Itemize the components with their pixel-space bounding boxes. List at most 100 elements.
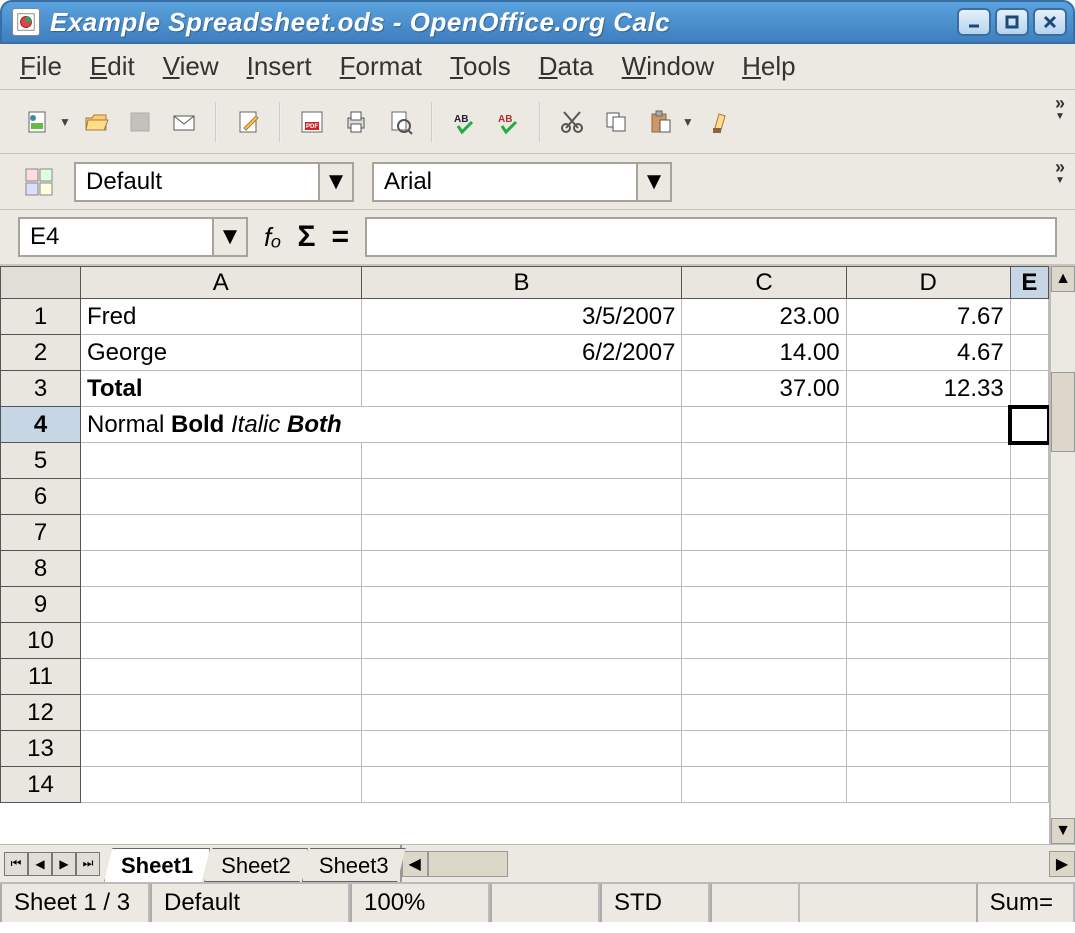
last-sheet-button[interactable]: ⏭ <box>76 852 100 876</box>
new-doc-button[interactable] <box>18 103 56 141</box>
cell-C12[interactable] <box>682 695 846 731</box>
cell-E14[interactable] <box>1010 767 1048 803</box>
vertical-scrollbar[interactable]: ▲ ▼ <box>1049 266 1075 844</box>
print-preview-button[interactable] <box>381 103 419 141</box>
cell-C11[interactable] <box>682 659 846 695</box>
cell-D6[interactable] <box>846 479 1010 515</box>
cell-E12[interactable] <box>1010 695 1048 731</box>
scroll-right-button[interactable]: ▶ <box>1049 851 1075 877</box>
cell-A4[interactable]: Normal Bold Italic Both <box>81 407 682 443</box>
next-sheet-button[interactable]: ▶ <box>52 852 76 876</box>
cell-E5[interactable] <box>1010 443 1048 479</box>
cell-C6[interactable] <box>682 479 846 515</box>
chevron-down-icon[interactable]: ▼ <box>212 219 246 255</box>
row-header-3[interactable]: 3 <box>1 371 81 407</box>
cell-E1[interactable] <box>1010 299 1048 335</box>
cell-E9[interactable] <box>1010 587 1048 623</box>
row-header-12[interactable]: 12 <box>1 695 81 731</box>
print-button[interactable] <box>337 103 375 141</box>
export-pdf-button[interactable]: PDF <box>293 103 331 141</box>
cell-E11[interactable] <box>1010 659 1048 695</box>
cell-A10[interactable] <box>81 623 362 659</box>
cell-D9[interactable] <box>846 587 1010 623</box>
edit-doc-button[interactable] <box>229 103 267 141</box>
cell-A5[interactable] <box>81 443 362 479</box>
row-header-9[interactable]: 9 <box>1 587 81 623</box>
cell-B9[interactable] <box>361 587 682 623</box>
cell-D1[interactable]: 7.67 <box>846 299 1010 335</box>
cell-D14[interactable] <box>846 767 1010 803</box>
cell-E6[interactable] <box>1010 479 1048 515</box>
cell-A6[interactable] <box>81 479 362 515</box>
cell-B11[interactable] <box>361 659 682 695</box>
maximize-button[interactable] <box>995 8 1029 36</box>
column-header-B[interactable]: B <box>361 267 682 299</box>
cell-C10[interactable] <box>682 623 846 659</box>
toolbar-overflow-button[interactable]: »▼ <box>1055 96 1065 124</box>
cell-E7[interactable] <box>1010 515 1048 551</box>
format-toolbar-overflow-button[interactable]: »▼ <box>1055 160 1065 188</box>
cell-C7[interactable] <box>682 515 846 551</box>
row-header-6[interactable]: 6 <box>1 479 81 515</box>
cell-C5[interactable] <box>682 443 846 479</box>
paste-dropdown[interactable]: ▼ <box>682 115 694 129</box>
formula-input[interactable] <box>365 217 1057 257</box>
cell-E13[interactable] <box>1010 731 1048 767</box>
cell-B6[interactable] <box>361 479 682 515</box>
cell-D4[interactable] <box>846 407 1010 443</box>
cell-B7[interactable] <box>361 515 682 551</box>
cell-C1[interactable]: 23.00 <box>682 299 846 335</box>
cell-D3[interactable]: 12.33 <box>846 371 1010 407</box>
cell-C2[interactable]: 14.00 <box>682 335 846 371</box>
sheet-tab-sheet3[interactable]: Sheet3 <box>302 848 406 882</box>
menu-format[interactable]: Format <box>340 51 422 82</box>
cell-D8[interactable] <box>846 551 1010 587</box>
function-equals-button[interactable]: = <box>332 220 350 254</box>
row-header-4[interactable]: 4 <box>1 407 81 443</box>
cell-D2[interactable]: 4.67 <box>846 335 1010 371</box>
cell-D10[interactable] <box>846 623 1010 659</box>
cell-A9[interactable] <box>81 587 362 623</box>
menu-insert[interactable]: Insert <box>247 51 312 82</box>
row-header-11[interactable]: 11 <box>1 659 81 695</box>
menu-help[interactable]: Help <box>742 51 795 82</box>
scroll-thumb[interactable] <box>428 851 508 877</box>
cell-E2[interactable] <box>1010 335 1048 371</box>
row-header-10[interactable]: 10 <box>1 623 81 659</box>
cell-A11[interactable] <box>81 659 362 695</box>
cell-D5[interactable] <box>846 443 1010 479</box>
horizontal-scrollbar[interactable]: ◀ ▶ <box>400 845 1075 882</box>
email-button[interactable] <box>165 103 203 141</box>
first-sheet-button[interactable]: ⏮ <box>4 852 28 876</box>
row-header-14[interactable]: 14 <box>1 767 81 803</box>
cell-B10[interactable] <box>361 623 682 659</box>
select-all-corner[interactable] <box>1 267 81 299</box>
row-header-5[interactable]: 5 <box>1 443 81 479</box>
format-paintbrush-button[interactable] <box>700 103 738 141</box>
close-button[interactable] <box>1033 8 1067 36</box>
column-header-C[interactable]: C <box>682 267 846 299</box>
scroll-thumb[interactable] <box>1051 372 1075 452</box>
row-header-2[interactable]: 2 <box>1 335 81 371</box>
scroll-down-button[interactable]: ▼ <box>1051 818 1075 844</box>
sum-button[interactable]: Σ <box>297 220 315 254</box>
sheet-tab-sheet1[interactable]: Sheet1 <box>104 848 210 882</box>
column-header-E[interactable]: E <box>1010 267 1048 299</box>
row-header-13[interactable]: 13 <box>1 731 81 767</box>
menu-window[interactable]: Window <box>622 51 714 82</box>
menu-tools[interactable]: Tools <box>450 51 511 82</box>
cell-B8[interactable] <box>361 551 682 587</box>
menu-file[interactable]: File <box>20 51 62 82</box>
column-header-A[interactable]: A <box>81 267 362 299</box>
cell-A7[interactable] <box>81 515 362 551</box>
cell-C3[interactable]: 37.00 <box>682 371 846 407</box>
prev-sheet-button[interactable]: ◀ <box>28 852 52 876</box>
spellcheck-button[interactable]: AB <box>445 103 483 141</box>
cell-A14[interactable] <box>81 767 362 803</box>
cell-C4[interactable] <box>682 407 846 443</box>
open-button[interactable] <box>77 103 115 141</box>
cell-A8[interactable] <box>81 551 362 587</box>
new-doc-dropdown[interactable]: ▼ <box>59 115 71 129</box>
cell-D13[interactable] <box>846 731 1010 767</box>
cell-A3[interactable]: Total <box>81 371 362 407</box>
